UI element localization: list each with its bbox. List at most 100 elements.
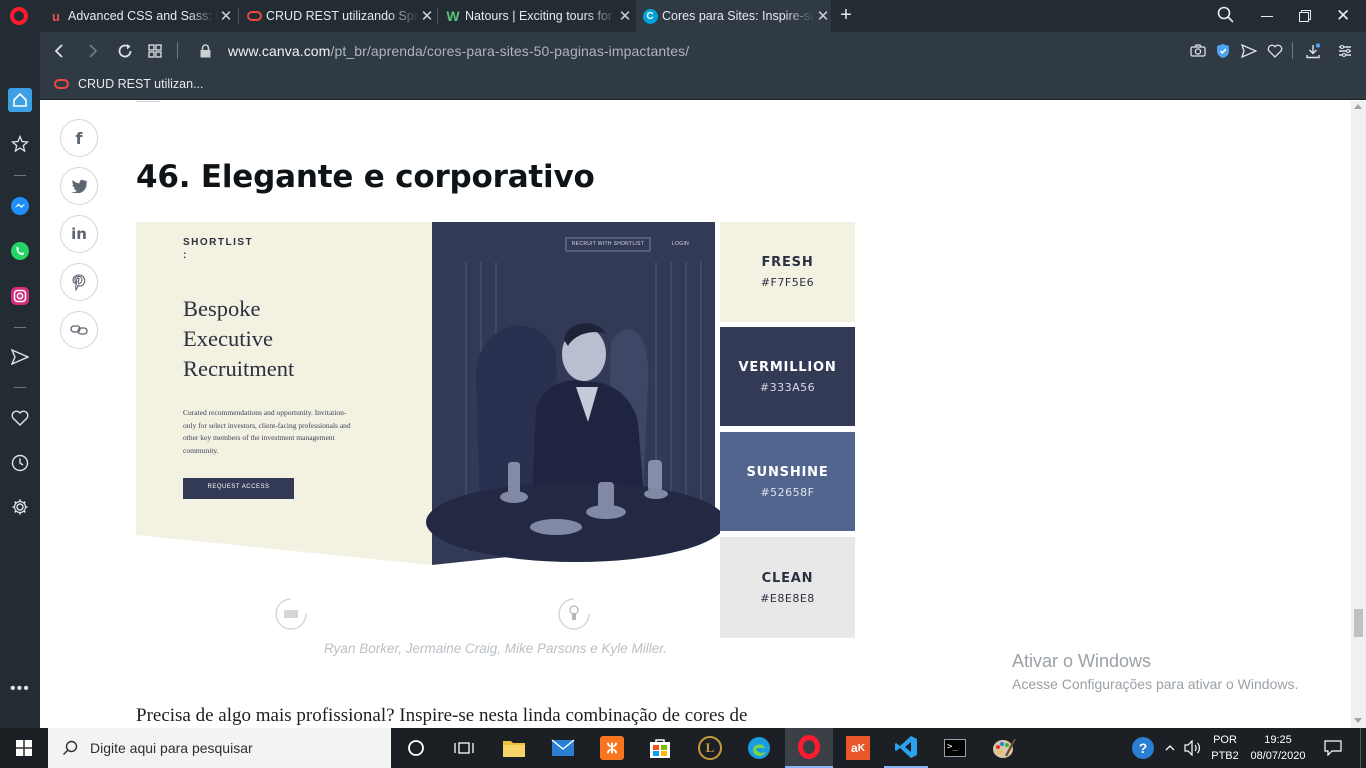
share-linkedin-button[interactable]: in bbox=[60, 215, 98, 253]
headline-line: Executive bbox=[183, 326, 273, 351]
body-line: other key members of the investment mana… bbox=[183, 433, 335, 442]
url-field[interactable]: www.canva.com/pt_br/aprenda/cores-para-s… bbox=[228, 32, 689, 69]
close-tab-icon[interactable]: ✕ bbox=[419, 7, 435, 25]
body-line: Curated recommendations and opportunity.… bbox=[183, 408, 347, 417]
share-twitter-button[interactable] bbox=[60, 167, 98, 205]
scrollbar-thumb[interactable] bbox=[1354, 609, 1363, 637]
language-code: POR bbox=[1213, 734, 1237, 746]
paint-icon[interactable] bbox=[982, 728, 1026, 768]
oracle-icon bbox=[54, 79, 69, 89]
taskbar-search-box[interactable]: Digite aqui para pesquisar bbox=[48, 728, 391, 768]
mockup-body: Curated recommendations and opportunity.… bbox=[183, 407, 351, 457]
tab-3-title: Natours | Exciting tours for bbox=[465, 9, 613, 23]
instagram-icon[interactable] bbox=[8, 284, 32, 308]
close-tab-icon[interactable]: ✕ bbox=[617, 7, 633, 25]
home-icon[interactable] bbox=[8, 88, 32, 112]
file-explorer-icon[interactable] bbox=[492, 728, 536, 768]
scroll-down-arrow-icon[interactable] bbox=[1354, 718, 1362, 723]
minimize-icon[interactable] bbox=[1261, 16, 1273, 17]
heart-bookmark-icon[interactable] bbox=[1266, 32, 1284, 69]
restore-icon[interactable] bbox=[1299, 9, 1311, 22]
show-desktop-button[interactable] bbox=[1360, 728, 1366, 768]
close-tab-icon[interactable]: ✕ bbox=[815, 7, 831, 25]
task-view-icon[interactable] bbox=[444, 728, 484, 768]
image-caption: Ryan Borker, Jermaine Craig, Mike Parson… bbox=[323, 641, 668, 656]
udemy-icon: u bbox=[52, 8, 60, 24]
volume-icon[interactable] bbox=[1182, 728, 1204, 768]
adblock-shield-icon[interactable] bbox=[1214, 32, 1232, 69]
keyboard-layout: PTB2 bbox=[1211, 750, 1239, 762]
show-hidden-icons-chevron-icon[interactable] bbox=[1160, 728, 1180, 768]
opera-logo-icon[interactable] bbox=[10, 7, 28, 25]
tab-3[interactable]: W Natours | Exciting tours for ✕ bbox=[441, 0, 633, 32]
more-icon[interactable]: ••• bbox=[10, 680, 30, 698]
url-path: /pt_br/aprenda/cores-para-sites-50-pagin… bbox=[330, 42, 690, 59]
scroll-up-arrow-icon[interactable] bbox=[1354, 104, 1362, 109]
body-line: only for select investors, client-facing… bbox=[183, 420, 351, 430]
swatch-sunshine: SUNSHINE #52658F bbox=[720, 432, 855, 531]
edge-icon[interactable] bbox=[737, 728, 781, 768]
mail-icon[interactable] bbox=[541, 728, 585, 768]
help-icon[interactable]: ? bbox=[1128, 728, 1158, 768]
store-icon[interactable] bbox=[638, 728, 682, 768]
new-tab-button[interactable]: + bbox=[836, 4, 856, 28]
tab-4-active[interactable]: C Cores para Sites: Inspire-se ✕ bbox=[636, 0, 831, 32]
vscode-icon[interactable] bbox=[884, 728, 928, 768]
share-facebook-button[interactable]: f bbox=[60, 119, 98, 157]
close-window-icon[interactable]: ✕ bbox=[1336, 6, 1350, 26]
cortana-icon[interactable] bbox=[396, 728, 436, 768]
reload-icon[interactable] bbox=[114, 32, 136, 69]
address-bar: www.canva.com/pt_br/aprenda/cores-para-s… bbox=[40, 32, 1366, 69]
page-scrollbar[interactable] bbox=[1351, 101, 1366, 728]
close-tab-icon[interactable]: ✕ bbox=[218, 7, 234, 25]
back-icon[interactable] bbox=[48, 32, 70, 69]
history-icon[interactable] bbox=[8, 451, 32, 475]
terminal-icon[interactable]: >_ bbox=[933, 728, 977, 768]
search-tabs-icon[interactable] bbox=[1217, 6, 1235, 24]
start-button[interactable] bbox=[0, 728, 48, 768]
clock-date: 08/07/2020 bbox=[1250, 750, 1306, 762]
bookmarks-bar: CRUD REST utilizan... bbox=[40, 69, 1366, 100]
share-pinterest-button[interactable] bbox=[60, 263, 98, 301]
search-icon bbox=[62, 740, 78, 756]
easy-setup-icon[interactable] bbox=[1336, 32, 1354, 69]
mockup-headline: Bespoke Executive Recruitment bbox=[183, 294, 294, 384]
notifications-icon[interactable] bbox=[1318, 728, 1348, 768]
article-paragraph: Precisa de algo mais profissional? Inspi… bbox=[136, 705, 748, 726]
linkedin-icon: in bbox=[71, 225, 87, 243]
snapshot-icon[interactable] bbox=[1189, 32, 1207, 69]
swatch-name: SUNSHINE bbox=[746, 464, 829, 480]
swatch-hex: #333A56 bbox=[759, 380, 816, 394]
windows-activation-title: Ativar o Windows bbox=[1012, 651, 1152, 671]
heart-icon[interactable] bbox=[8, 406, 32, 430]
tab-1[interactable]: u Advanced CSS and Sass: Fle ✕ bbox=[44, 0, 234, 32]
avast-icon[interactable]: aK bbox=[836, 728, 880, 768]
headline-line: Bespoke bbox=[183, 296, 261, 321]
bookmark-item[interactable]: CRUD REST utilizan... bbox=[54, 69, 204, 99]
mockup-cta-label: REQUEST ACCESS bbox=[207, 484, 270, 490]
windows-logo-icon bbox=[16, 740, 32, 756]
canva-icon: C bbox=[642, 8, 658, 24]
whatsapp-icon[interactable] bbox=[8, 239, 32, 263]
xampp-icon[interactable]: ⵣ bbox=[590, 728, 634, 768]
send-icon[interactable] bbox=[1240, 32, 1258, 69]
lock-icon[interactable] bbox=[198, 32, 212, 69]
forward-icon[interactable] bbox=[82, 32, 104, 69]
opera-taskbar-icon[interactable] bbox=[785, 728, 833, 768]
extensions-icon[interactable] bbox=[8, 132, 32, 156]
url-domain: www.canva.com bbox=[228, 42, 331, 59]
copy-link-button[interactable] bbox=[60, 311, 98, 349]
clock-time: 19:25 bbox=[1264, 734, 1292, 746]
cropped-text-fragment bbox=[136, 101, 196, 105]
settings-gear-icon[interactable] bbox=[8, 495, 32, 519]
my-flow-icon[interactable] bbox=[8, 345, 32, 369]
speed-dial-icon[interactable] bbox=[144, 32, 166, 69]
section-heading: 46. Elegante e corporativo bbox=[136, 159, 595, 195]
league-of-legends-icon[interactable]: L bbox=[688, 728, 732, 768]
messenger-icon[interactable] bbox=[8, 194, 32, 218]
input-language[interactable]: POR PTB2 bbox=[1210, 732, 1240, 764]
clock[interactable]: 19:25 08/07/2020 bbox=[1246, 732, 1310, 764]
download-icon[interactable] bbox=[1304, 32, 1322, 69]
tab-2[interactable]: CRUD REST utilizando Sprin ✕ bbox=[242, 0, 435, 32]
body-line: community. bbox=[183, 445, 219, 455]
